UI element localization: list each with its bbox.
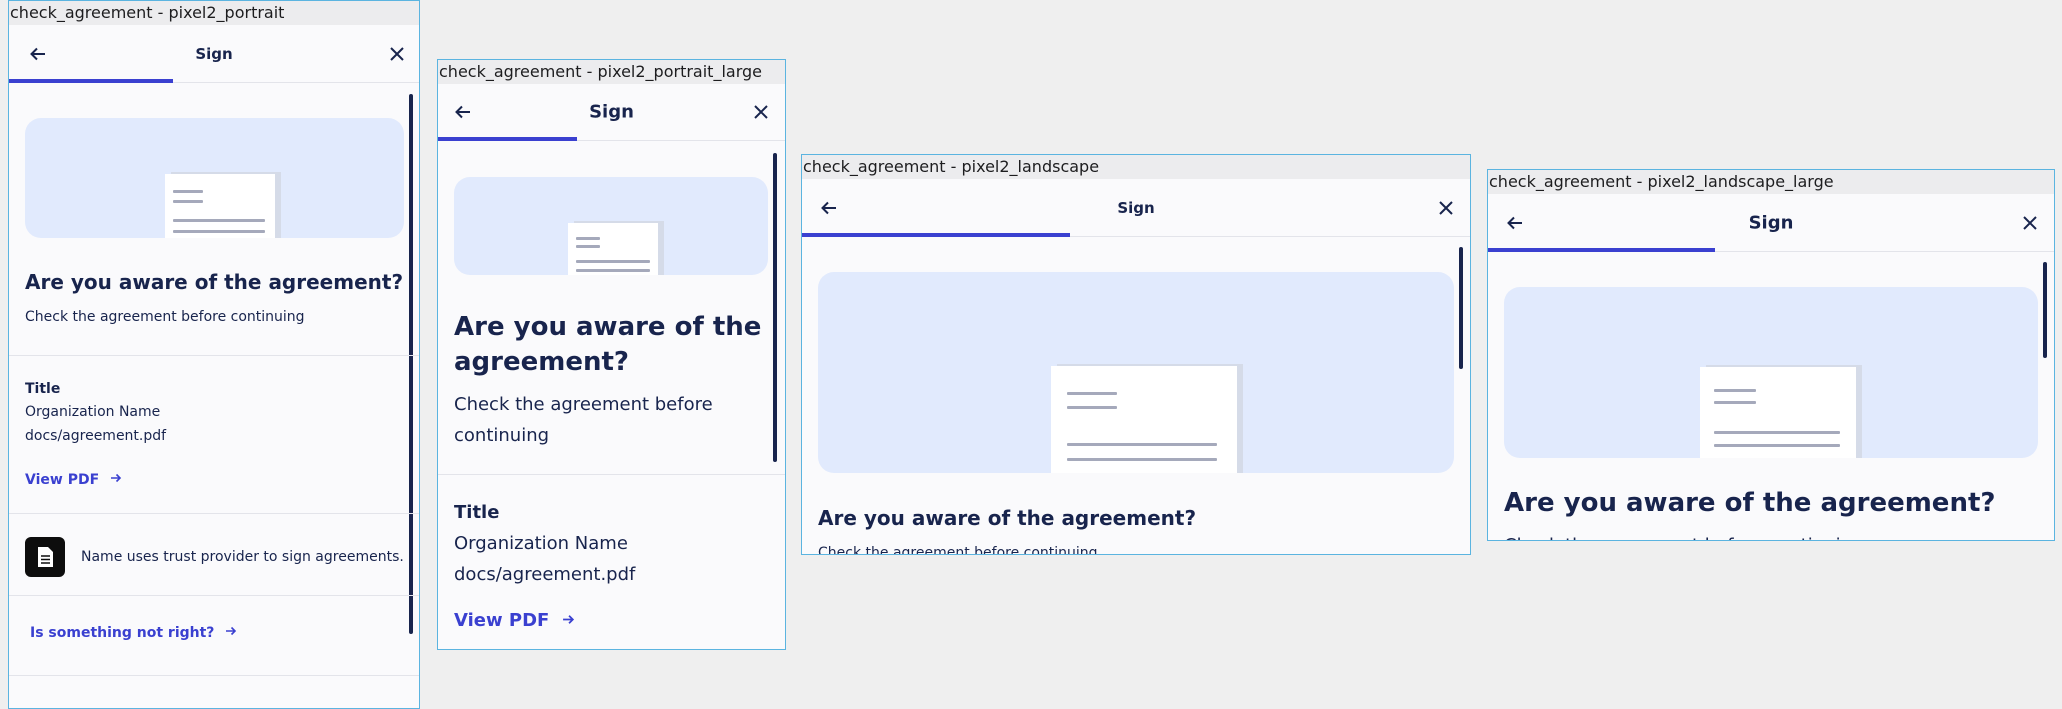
- document-illustration: [568, 223, 658, 275]
- progress-bar: [438, 137, 577, 141]
- agreement-file: docs/agreement.pdf: [454, 564, 636, 585]
- close-button[interactable]: [2022, 215, 2038, 231]
- agreement-title-label: Title: [454, 502, 500, 523]
- frame-label: check_agreement - pixel2_portrait: [9, 1, 419, 25]
- frame-landscape: check_agreement - pixel2_landscape Sign …: [801, 154, 1471, 555]
- divider: [9, 355, 419, 356]
- page-heading-line-1: Are you aware of the: [454, 312, 762, 342]
- page-subtitle: Check the agreement before continuing: [1504, 535, 1863, 540]
- page-subtitle: Check the agreement before continuing: [25, 309, 305, 325]
- close-icon: [2023, 215, 2037, 230]
- scrollbar[interactable]: [773, 153, 777, 462]
- page-title: Sign: [195, 44, 233, 63]
- hero-illustration: [1504, 287, 2038, 458]
- divider: [438, 474, 785, 475]
- page-heading: Are you aware of the agreement?: [1504, 488, 1996, 518]
- divider: [9, 595, 419, 596]
- document-badge: [25, 537, 65, 577]
- page-heading-line-2: agreement?: [454, 347, 629, 377]
- view-pdf-link[interactable]: View PDF: [25, 472, 122, 488]
- close-button[interactable]: [753, 104, 769, 120]
- progress-bar: [1488, 248, 1715, 252]
- page-subtitle-line-2: continuing: [454, 425, 550, 446]
- page-heading: Are you aware of the agreement?: [25, 270, 404, 294]
- page-subtitle: Check the agreement before continuing: [818, 545, 1098, 555]
- agreement-file: docs/agreement.pdf: [25, 428, 167, 444]
- close-button[interactable]: [389, 46, 405, 62]
- app-bar: Sign: [802, 179, 1470, 237]
- close-button[interactable]: [1438, 200, 1454, 216]
- document-icon: [38, 547, 53, 567]
- divider: [9, 513, 419, 514]
- agreement-title-label: Title: [25, 381, 61, 397]
- trust-notice: Name uses trust provider to sign agreeme…: [81, 549, 404, 565]
- close-icon: [390, 46, 404, 61]
- frame-label: check_agreement - pixel2_portrait_large: [438, 60, 785, 84]
- close-icon: [754, 105, 768, 119]
- page-subtitle-line-1: Check the agreement before: [454, 394, 713, 415]
- progress-bar: [802, 233, 1070, 237]
- arrow-right-icon: [562, 615, 574, 624]
- page-title: Sign: [1117, 198, 1155, 217]
- close-icon: [1439, 200, 1453, 215]
- help-link[interactable]: Is something not right?: [30, 625, 237, 641]
- organization-name: Organization Name: [454, 533, 628, 554]
- view-pdf-label: View PDF: [25, 472, 100, 488]
- app-bar: Sign: [1488, 194, 2054, 252]
- divider: [9, 675, 419, 676]
- arrow-right-icon: [226, 626, 237, 636]
- scrollbar[interactable]: [409, 94, 413, 634]
- hero-illustration: [818, 272, 1454, 473]
- page-heading: Are you aware of the agreement?: [454, 310, 761, 380]
- frame-portrait-large: check_agreement - pixel2_portrait_large …: [437, 59, 786, 650]
- document-illustration: [1700, 367, 1856, 458]
- frame-label: check_agreement - pixel2_landscape_large: [1488, 170, 2054, 194]
- app-bar: Sign: [9, 25, 419, 83]
- document-illustration: [1051, 366, 1237, 473]
- view-pdf-label: View PDF: [454, 610, 550, 631]
- help-link-label: Is something not right?: [30, 625, 215, 641]
- page-title: Sign: [1748, 212, 1794, 233]
- page-subtitle: Check the agreement before continuing: [454, 389, 713, 451]
- document-illustration: [165, 174, 275, 238]
- hero-illustration: [25, 118, 404, 238]
- view-pdf-link[interactable]: View PDF: [454, 610, 575, 631]
- arrow-right-icon: [111, 473, 122, 483]
- progress-bar: [9, 79, 173, 83]
- frame-landscape-large: check_agreement - pixel2_landscape_large…: [1487, 169, 2055, 541]
- scrollbar[interactable]: [1459, 247, 1463, 369]
- app-bar: Sign: [438, 84, 785, 141]
- hero-illustration: [454, 177, 768, 275]
- organization-name: Organization Name: [25, 404, 161, 420]
- frame-label: check_agreement - pixel2_landscape: [802, 155, 1470, 179]
- frame-portrait: check_agreement - pixel2_portrait Sign A…: [8, 0, 420, 709]
- page-title: Sign: [589, 101, 634, 123]
- page-heading: Are you aware of the agreement?: [818, 506, 1197, 530]
- scrollbar[interactable]: [2043, 262, 2047, 358]
